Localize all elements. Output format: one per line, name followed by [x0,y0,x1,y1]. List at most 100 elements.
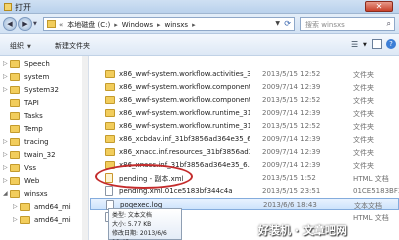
nav-item[interactable]: ▷ amd64_mi [0,214,88,227]
organize-button[interactable]: 组织 ▼ [10,41,31,51]
search-placeholder: 搜索 winsxs [305,21,345,29]
new-folder-button[interactable]: 新建文件夹 [55,41,90,51]
folder-icon [10,164,20,172]
recent-pages-chevron-icon[interactable]: ▼ [33,21,37,27]
folder-icon [105,70,115,78]
search-input[interactable]: 搜索 winsxs ⌕ [300,17,395,31]
preview-pane-icon[interactable] [372,39,382,49]
folder-icon [10,138,20,146]
breadcrumb-separator-icon[interactable]: « [59,21,63,29]
breadcrumb-item[interactable]: Windows [122,21,153,29]
file-date: 2013/5/15 12:52 [262,70,321,78]
title-bar: 打开 ✕ [0,0,399,14]
folder-icon [10,177,20,185]
vertical-scrollbar[interactable] [82,56,88,240]
folder-icon [10,190,20,198]
folder-icon [10,73,20,81]
nav-item[interactable]: TAPI [0,97,88,110]
change-view-icon[interactable]: ☰ [351,40,358,49]
file-row[interactable]: x86_wwf-system.workflow.component… 2009/7… [90,81,399,93]
expand-arrow-icon[interactable]: ▷ [13,216,18,223]
file-name: x86_wwf-system.workflow.component… [119,83,250,91]
file-name: x86_wwf-system.workflow.component… [119,96,250,104]
refresh-icon[interactable]: ⟳ [284,19,291,28]
forward-button[interactable]: ▶ [18,17,32,31]
expand-arrow-icon[interactable]: ▷ [3,138,8,145]
file-type: 文件夹 [353,110,374,118]
folder-icon [105,96,115,104]
navigation-pane[interactable]: ▷ Speech ▷ system ▷ System32 TAPI Tasks Tem… [0,56,89,240]
nav-item-label: TAPI [24,99,39,107]
file-type: 文件夹 [353,97,374,105]
nav-item[interactable]: ▷ twain_32 [0,149,88,162]
search-icon[interactable]: ⌕ [387,19,391,29]
back-button[interactable]: ◀ [3,17,17,31]
nav-item[interactable]: ▷ Speech [0,58,88,71]
dialog-icon [4,3,12,11]
file-row[interactable]: x86_wwf-system.workflow.runtime_31… 2009/… [90,107,399,119]
nav-item-winsxs[interactable]: ◢ winsxs [0,188,88,201]
address-dropdown-icon[interactable]: ▼ [275,20,280,27]
file-row[interactable]: x86_xnacc.inf.resources_31bf3856ad3… 2009… [90,146,399,158]
nav-item[interactable]: ▷ amd64_mi [0,201,88,214]
folder-icon [105,83,115,91]
address-field[interactable]: «本地磁盘 (C:) ▸ Windows ▸ winsxs ▸ ▼ ⟳ [43,17,295,31]
chevron-down-icon: ▼ [27,44,31,50]
file-type: 文件夹 [353,123,374,131]
breadcrumb-separator-icon[interactable]: ▸ [157,21,161,29]
expand-arrow-icon[interactable]: ▷ [3,60,8,67]
nav-item-label: Vss [24,164,37,172]
file-row[interactable]: x86_wwf-system.workflow.component… 2013/5… [90,94,399,106]
nav-item-label: system [24,73,50,81]
nav-item-label: Web [24,177,40,185]
file-type: 文本文档 [354,202,382,210]
expand-arrow-icon[interactable]: ▷ [3,151,8,158]
folder-icon [10,99,20,107]
file-row[interactable]: x86_wwf-system.workflow.runtime_31… 2013/… [90,120,399,132]
file-date: 2009/7/14 12:39 [262,135,321,143]
file-row[interactable]: x86_wwf-system.workflow.activities_3… 201… [90,68,399,80]
expand-arrow-icon[interactable]: ▷ [3,164,8,171]
file-date: 2009/7/14 12:39 [262,83,321,91]
nav-item[interactable]: Tasks [0,110,88,123]
expand-arrow-icon[interactable]: ▷ [3,86,8,93]
nav-item[interactable]: Temp [0,123,88,136]
help-icon[interactable]: ? [386,39,396,49]
close-button[interactable]: ✕ [365,1,393,12]
expand-arrow-icon[interactable]: ▷ [3,73,8,80]
nav-item-label: amd64_mi [34,216,71,224]
nav-item[interactable]: ▷ tracing [0,136,88,149]
nav-item[interactable]: ▷ System32 [0,84,88,97]
nav-item[interactable]: ▷ system [0,71,88,84]
organize-label: 组织 [10,42,24,50]
file-info-tooltip: 类型: 文本文档 大小: 5.77 KB 修改日期: 2013/6/6 18:4… [108,208,182,240]
view-options-chevron-icon[interactable]: ▼ [363,42,367,48]
breadcrumb-item[interactable]: 本地磁盘 (C:) [67,21,110,29]
folder-icon [47,20,56,28]
folder-icon [10,86,20,94]
expand-arrow-icon[interactable]: ▷ [13,203,18,210]
nav-item[interactable]: ▷ Web [0,175,88,188]
nav-item[interactable]: ▷ Vss [0,162,88,175]
file-type: 文件夹 [353,149,374,157]
breadcrumb-separator-icon[interactable]: ▸ [114,21,118,29]
nav-item-label: amd64_mi [34,203,71,211]
file-type: 文件夹 [353,71,374,79]
breadcrumb-item[interactable]: winsxs [165,21,189,29]
file-name: x86_xnacc.inf.resources_31bf3856ad3… [119,148,250,156]
nav-item-label: tracing [24,138,49,146]
file-date: 2009/7/14 12:39 [262,161,321,169]
file-date: 2013/6/6 18:43 [263,201,317,209]
file-row[interactable]: x86_xcbdav.inf_31bf3856ad364e35_6… 2009/7… [90,133,399,145]
folder-icon [105,122,115,130]
file-type: 文件夹 [353,84,374,92]
file-type: 文件夹 [353,162,374,170]
collapse-arrow-icon[interactable]: ◢ [3,190,8,197]
expand-arrow-icon[interactable]: ▷ [3,177,8,184]
file-date: 2013/5/15 12:52 [262,96,321,104]
file-name: x86_wwf-system.workflow.activities_3… [119,70,250,78]
breadcrumb-separator-icon[interactable]: ▸ [192,21,196,29]
file-name: x86_xcbdav.inf_31bf3856ad364e35_6… [119,135,250,143]
folder-icon [105,148,115,156]
highlight-annotation [95,164,193,189]
